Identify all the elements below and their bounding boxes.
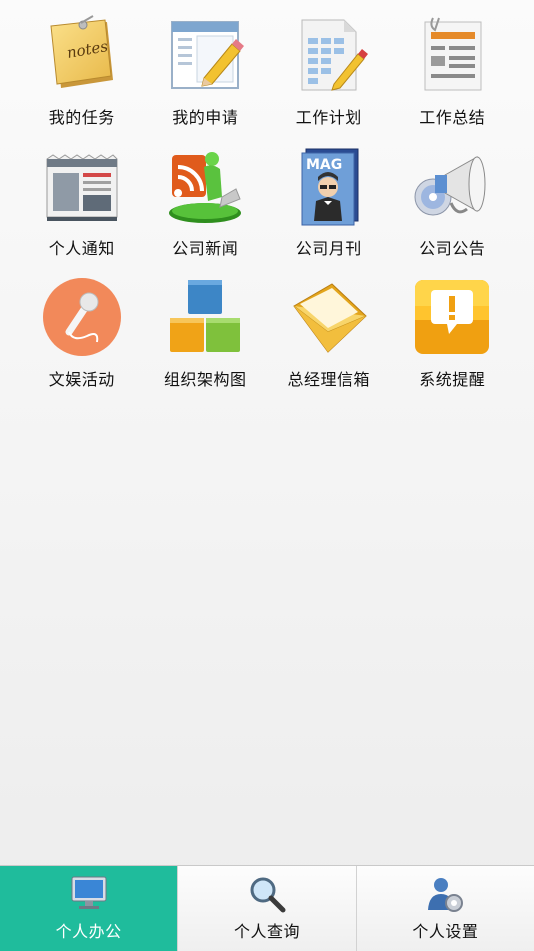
app-label: 我的任务 (48, 108, 115, 127)
app-my-tasks[interactable]: notes 我的任务 (20, 14, 144, 145)
app-my-applications[interactable]: 我的申请 (144, 14, 268, 145)
megaphone-icon (411, 145, 493, 227)
app-label: 组织架构图 (163, 370, 247, 389)
app-grid: notes 我的任务 我的申请 工作计划 工作总结 个人通知 公司新闻 MAG … (20, 14, 514, 407)
form-pencil-icon (164, 14, 246, 96)
magazine-icon-text: MAG (306, 157, 342, 173)
org-blocks-icon (164, 276, 246, 358)
tab-label: 个人办公 (55, 922, 122, 941)
app-label: 个人通知 (48, 239, 115, 258)
microphone-icon (41, 276, 123, 358)
spreadsheet-pencil-icon (288, 14, 370, 96)
app-label: 总经理信箱 (287, 370, 370, 389)
app-label: 系统提醒 (419, 370, 486, 389)
tab-personal-query[interactable]: 个人查询 (178, 866, 357, 951)
app-entertainment[interactable]: 文娱活动 (20, 276, 144, 407)
app-company-monthly[interactable]: MAG 公司月刊 (267, 145, 391, 276)
newspaper-icon (41, 145, 123, 227)
alert-icon (411, 276, 493, 358)
tab-label: 个人设置 (412, 922, 479, 941)
app-label: 公司新闻 (172, 239, 239, 258)
app-company-news[interactable]: 公司新闻 (144, 145, 268, 276)
app-work-summary[interactable]: 工作总结 (391, 14, 515, 145)
mail-envelope-icon (288, 276, 370, 358)
app-company-announcement[interactable]: 公司公告 (391, 145, 515, 276)
app-org-chart[interactable]: 组织架构图 (144, 276, 268, 407)
bottom-tab-bar: 个人办公 个人查询 个人设置 (0, 865, 534, 951)
app-label: 我的申请 (172, 108, 239, 127)
monitor-icon (69, 874, 109, 914)
app-label: 工作总结 (419, 108, 486, 127)
magnifier-icon (247, 874, 287, 914)
app-work-plan[interactable]: 工作计划 (267, 14, 391, 145)
app-gm-mailbox[interactable]: 总经理信箱 (267, 276, 391, 407)
tab-personal-settings[interactable]: 个人设置 (356, 866, 534, 951)
app-label: 工作计划 (295, 108, 362, 127)
report-document-icon (411, 14, 493, 96)
rss-reader-icon (164, 145, 246, 227)
app-label: 公司月刊 (295, 239, 362, 258)
notes-icon: notes (41, 14, 123, 96)
tab-label: 个人查询 (233, 922, 300, 941)
magazine-icon: MAG (288, 145, 370, 227)
app-label: 公司公告 (419, 239, 486, 258)
app-personal-notice[interactable]: 个人通知 (20, 145, 144, 276)
user-gear-icon (425, 874, 465, 914)
app-system-reminder[interactable]: 系统提醒 (391, 276, 515, 407)
app-label: 文娱活动 (48, 370, 115, 389)
tab-personal-office[interactable]: 个人办公 (0, 866, 179, 951)
